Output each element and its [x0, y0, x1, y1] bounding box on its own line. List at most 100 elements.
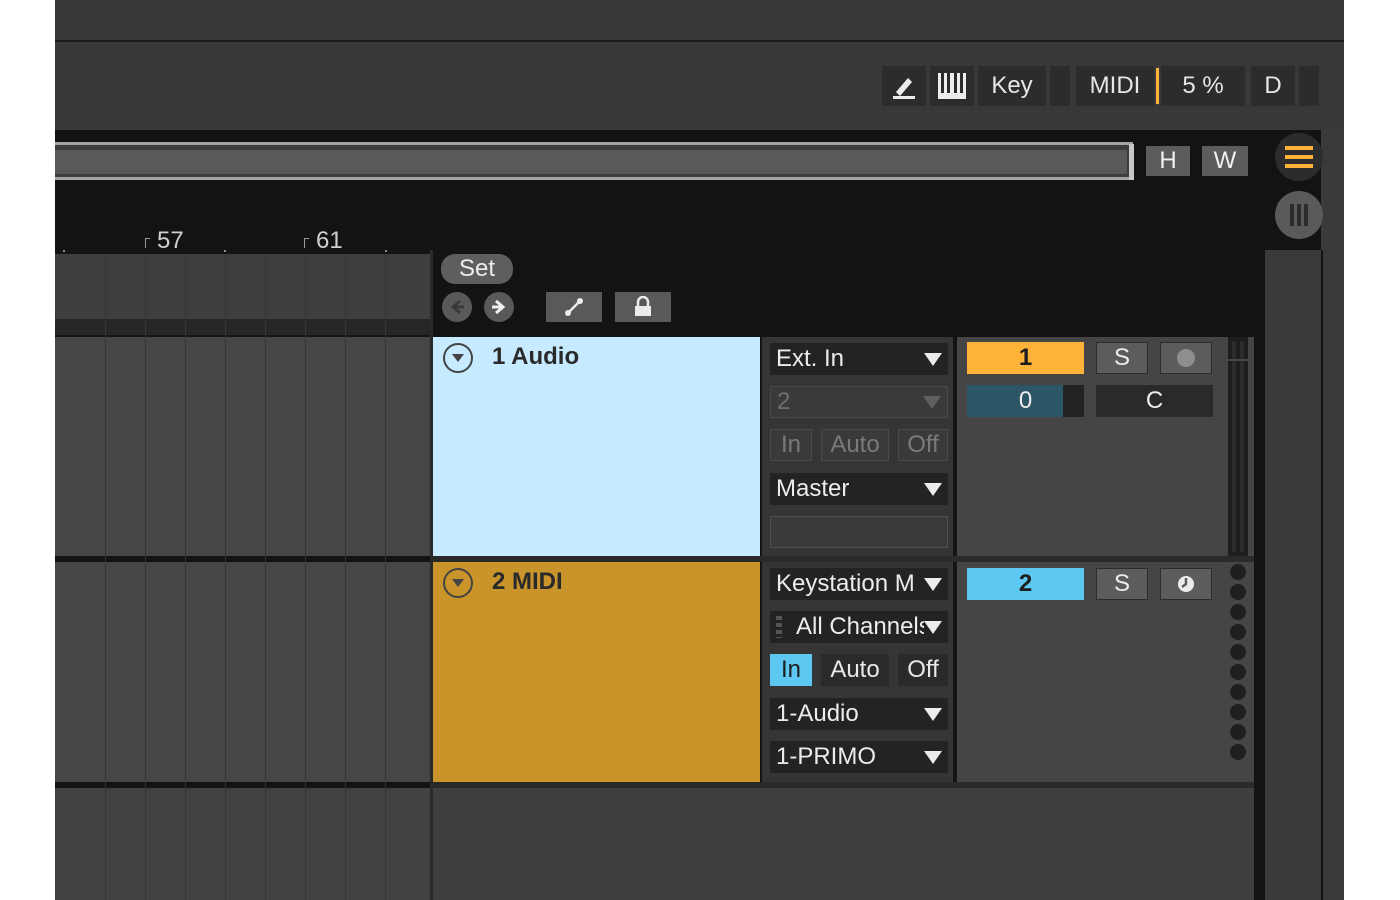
meter-dot [1230, 664, 1246, 680]
meter-dot [1230, 684, 1246, 700]
fold-toggle[interactable] [443, 343, 473, 373]
app-window: Key MIDI 5 % D H W 57 61 Set 1 Audio Ext… [55, 0, 1344, 900]
grid-line [225, 254, 226, 900]
midi-to-channel-label: 1-PRIMO [776, 743, 877, 770]
monitor-auto-button[interactable]: Auto [821, 429, 889, 461]
meter-dot [1230, 624, 1246, 640]
key-map-button[interactable]: Key [978, 66, 1046, 106]
input-type-label: Ext. In [776, 345, 845, 372]
midi-map-button[interactable]: MIDI [1076, 66, 1154, 106]
triangle-down-icon [452, 354, 464, 362]
arrangement-locator-strip [55, 319, 430, 335]
hamburger-icon [1285, 146, 1313, 168]
track-activator-button[interactable]: 2 [967, 568, 1084, 600]
dropdown-arrow-icon [923, 395, 941, 409]
fold-toggle[interactable] [443, 568, 473, 598]
input-channel-dropdown[interactable]: 2 [770, 386, 948, 418]
output-type-label: Master [776, 475, 850, 502]
audio-track-mixer: 1 S 0 C [957, 337, 1254, 556]
midi-activity-indicator [1156, 68, 1159, 104]
drop-area[interactable] [433, 788, 1254, 900]
grid-line [105, 254, 106, 900]
volume-field[interactable]: 0 [967, 385, 1084, 417]
lock-button[interactable] [615, 292, 671, 322]
solo-button[interactable]: S [1096, 568, 1148, 600]
meter-right [1240, 341, 1244, 552]
previous-locator-button[interactable] [442, 292, 472, 322]
volume-value: 0 [1018, 387, 1033, 414]
session-view-button[interactable] [1275, 191, 1323, 239]
output-channel-field[interactable] [770, 516, 948, 548]
solo-button[interactable]: S [1096, 342, 1148, 374]
midi-from-dropdown[interactable]: Keystation M [770, 568, 948, 600]
meter-left [1232, 341, 1236, 552]
arrangement-view-button[interactable] [1275, 133, 1323, 181]
link-tool-button[interactable] [546, 292, 602, 322]
arrow-right-icon [492, 299, 506, 315]
dropdown-arrow-icon [924, 352, 942, 366]
optimize-width-button[interactable]: W [1202, 146, 1248, 176]
midi-to-channel-dropdown[interactable]: 1-PRIMO [770, 741, 948, 773]
overview-track [55, 150, 1127, 174]
midi-to-dropdown[interactable]: 1-Audio [770, 698, 948, 730]
meter-dot [1230, 724, 1246, 740]
key-indicator [1050, 66, 1070, 106]
arrangement-loop-area[interactable] [55, 254, 430, 319]
triangle-down-icon [452, 579, 464, 587]
audio-track-lane[interactable] [55, 337, 430, 556]
monitor-in-button[interactable]: In [770, 429, 812, 461]
output-type-dropdown[interactable]: Master [770, 473, 948, 505]
draw-mode-button[interactable] [882, 66, 926, 106]
line-draw-icon [565, 298, 583, 316]
midi-from-label: Keystation M [776, 570, 915, 597]
dropdown-arrow-icon [924, 577, 942, 591]
ruler-label-57: 57 [157, 227, 184, 254]
monitor-auto-button[interactable]: Auto [821, 654, 889, 686]
ruler-tick [304, 238, 305, 248]
grid-line [305, 254, 306, 900]
midi-channel-label: All Channels [796, 613, 924, 640]
arm-button[interactable] [1160, 568, 1212, 600]
monitor-in-button[interactable]: In [770, 654, 812, 686]
midi-track-header[interactable]: 2 MIDI [433, 562, 760, 782]
midi-channel-dropdown[interactable]: All Channels [770, 611, 948, 643]
record-dot-icon [1177, 349, 1195, 367]
grid-line [345, 254, 346, 900]
lock-icon [635, 296, 651, 316]
audio-track-header[interactable]: 1 Audio [433, 337, 760, 556]
grid-line [145, 254, 146, 900]
pan-field[interactable]: C [1096, 385, 1213, 417]
ruler-dot [224, 250, 226, 252]
arm-button[interactable] [1160, 342, 1212, 374]
audio-track-io: Ext. In 2 In Auto Off Master [762, 337, 953, 556]
right-frame [1321, 250, 1323, 900]
ruler-tick [145, 238, 146, 248]
midi-track-lane[interactable] [55, 562, 430, 782]
dropdown-arrow-icon [924, 620, 942, 634]
dropdown-arrow-icon [924, 750, 942, 764]
keyboard-map-button[interactable] [930, 66, 974, 106]
meter-peak-line [1228, 359, 1248, 361]
ruler-dot [385, 250, 387, 252]
dropdown-arrow-icon [924, 482, 942, 496]
d-button[interactable]: D [1251, 66, 1295, 106]
track-name[interactable]: 2 MIDI [492, 568, 563, 596]
next-locator-button[interactable] [484, 292, 514, 322]
midi-activity-meter [1230, 562, 1246, 782]
meter-dot [1230, 644, 1246, 660]
monitor-off-button[interactable]: Off [898, 654, 948, 686]
input-channel-label: 2 [777, 388, 791, 415]
columns-icon [1290, 204, 1308, 226]
track-name[interactable]: 1 Audio [492, 343, 579, 371]
d-indicator [1299, 66, 1319, 106]
monitor-off-button[interactable]: Off [898, 429, 948, 461]
grid-line [385, 254, 386, 900]
track-activator-button[interactable]: 1 [967, 342, 1084, 374]
input-type-dropdown[interactable]: Ext. In [770, 343, 948, 375]
set-button[interactable]: Set [441, 254, 513, 284]
arrow-left-icon [450, 299, 464, 315]
optimize-height-button[interactable]: H [1146, 146, 1190, 176]
grid-line [185, 254, 186, 900]
meter-dot [1230, 704, 1246, 720]
overview-handle[interactable] [1129, 144, 1134, 180]
